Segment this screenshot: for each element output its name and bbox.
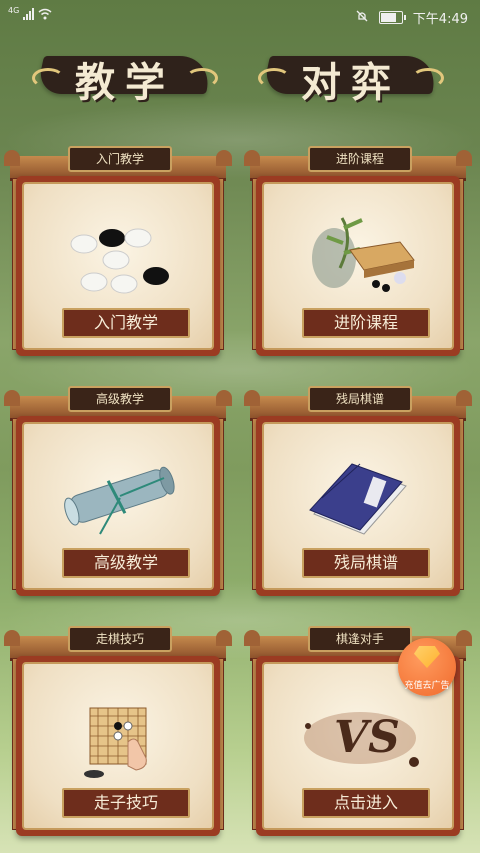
hand-board-icon: [24, 678, 212, 782]
card-advanced-course-label[interactable]: 进阶课程: [302, 308, 430, 338]
card-endgame-records-label[interactable]: 残局棋谱: [302, 548, 430, 578]
signal-icon: [23, 8, 35, 20]
card-senior-teaching[interactable]: 高级教学 高级教学: [4, 386, 232, 598]
scroll-icon: [24, 438, 212, 542]
card-advanced-course-tag: 进阶课程: [308, 146, 412, 172]
card-versus-label[interactable]: 点击进入: [302, 788, 430, 818]
header-battle-title: 对弈: [301, 59, 401, 106]
card-advanced-course[interactable]: 进阶课程 进阶课程: [244, 146, 472, 358]
card-senior-teaching-tag: 高级教学: [68, 386, 172, 412]
go-board-icon: [264, 198, 452, 302]
card-intro-teaching-label[interactable]: 入门教学: [62, 308, 190, 338]
header-teaching-title: 教学: [75, 59, 175, 106]
network-type: 4G: [8, 5, 20, 15]
card-senior-teaching-label[interactable]: 高级教学: [62, 548, 190, 578]
clock: 下午4:49: [412, 12, 468, 27]
crown-gem-icon: [414, 646, 440, 668]
status-bar: 4G 下午4:49: [0, 0, 480, 34]
card-move-skills[interactable]: 走子技巧 走棋技巧: [4, 626, 232, 838]
mute-icon: [355, 9, 369, 27]
header-teaching: 教学: [32, 46, 218, 106]
remove-ads-label: 充值去广告: [404, 681, 450, 691]
card-intro-teaching[interactable]: 入门教学 入门教学: [4, 146, 232, 358]
card-move-skills-tag: 走棋技巧: [68, 626, 172, 652]
card-intro-teaching-tag: 入门教学: [68, 146, 172, 172]
card-endgame-records[interactable]: 残局棋谱 残局棋谱: [244, 386, 472, 598]
book-icon: [264, 438, 452, 542]
card-versus-tag: 棋逢对手: [308, 626, 412, 652]
go-stones-icon: [24, 198, 212, 302]
card-endgame-records-tag: 残局棋谱: [308, 386, 412, 412]
remove-ads-button[interactable]: 充值去广告: [398, 638, 456, 696]
card-move-skills-label[interactable]: 走子技巧: [62, 788, 190, 818]
header-battle: 对弈: [258, 46, 444, 106]
wifi-icon: [38, 8, 52, 20]
battery-icon: [378, 11, 406, 24]
svg-text:VS: VS: [334, 712, 400, 763]
